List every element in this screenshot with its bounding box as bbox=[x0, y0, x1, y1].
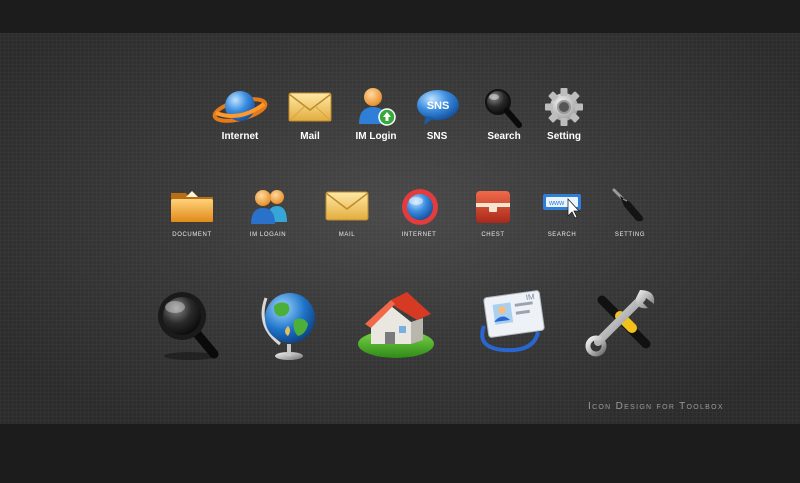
envelope-icon[interactable] bbox=[288, 92, 332, 122]
chest-label: CHEST bbox=[481, 232, 505, 238]
internet-small-label: INTERNET bbox=[401, 232, 437, 238]
envelope-icon[interactable] bbox=[325, 191, 369, 221]
user-upload-icon[interactable] bbox=[356, 86, 398, 128]
icon-showcase-panel bbox=[0, 33, 800, 426]
globe-ring-icon[interactable] bbox=[399, 187, 441, 227]
sns-label: SNS bbox=[426, 131, 448, 142]
search-bar-icon[interactable]: www bbox=[542, 191, 586, 219]
bottom-bar bbox=[0, 424, 800, 483]
globe-icon[interactable] bbox=[258, 286, 320, 362]
svg-text:www: www bbox=[548, 200, 565, 207]
top-bar bbox=[0, 0, 800, 33]
mail-small-label: MAIL bbox=[338, 232, 356, 238]
folder-icon[interactable] bbox=[168, 187, 216, 225]
users-icon[interactable] bbox=[248, 186, 290, 226]
chest-icon[interactable] bbox=[474, 188, 512, 226]
home-icon[interactable] bbox=[355, 286, 437, 360]
internet-label: Internet bbox=[221, 131, 259, 142]
svg-text:IM: IM bbox=[525, 292, 535, 302]
speech-bubble-icon[interactable]: SNS bbox=[416, 88, 460, 126]
magnifying-glass-icon[interactable] bbox=[154, 288, 222, 362]
tools-icon[interactable] bbox=[584, 286, 662, 358]
setting-small-label: SETTING bbox=[614, 232, 646, 238]
mail-label: Mail bbox=[300, 131, 320, 142]
magnifier-icon[interactable] bbox=[483, 87, 523, 129]
setting-label: Setting bbox=[547, 131, 581, 142]
im-logain-label: IM LOGAIN bbox=[249, 232, 287, 238]
im-login-label: IM Login bbox=[355, 131, 397, 142]
id-badge-icon[interactable]: IM bbox=[474, 286, 548, 356]
screwdriver-icon[interactable] bbox=[610, 186, 650, 226]
svg-text:SNS: SNS bbox=[427, 100, 450, 112]
planet-icon[interactable] bbox=[212, 86, 268, 130]
gear-icon[interactable] bbox=[543, 86, 585, 128]
footer-caption: Icon Design for Toolbox bbox=[588, 401, 724, 412]
document-label: DOCUMENT bbox=[172, 232, 212, 238]
search-label: Search bbox=[487, 131, 521, 142]
search-small-label: SEARCH bbox=[547, 232, 577, 238]
